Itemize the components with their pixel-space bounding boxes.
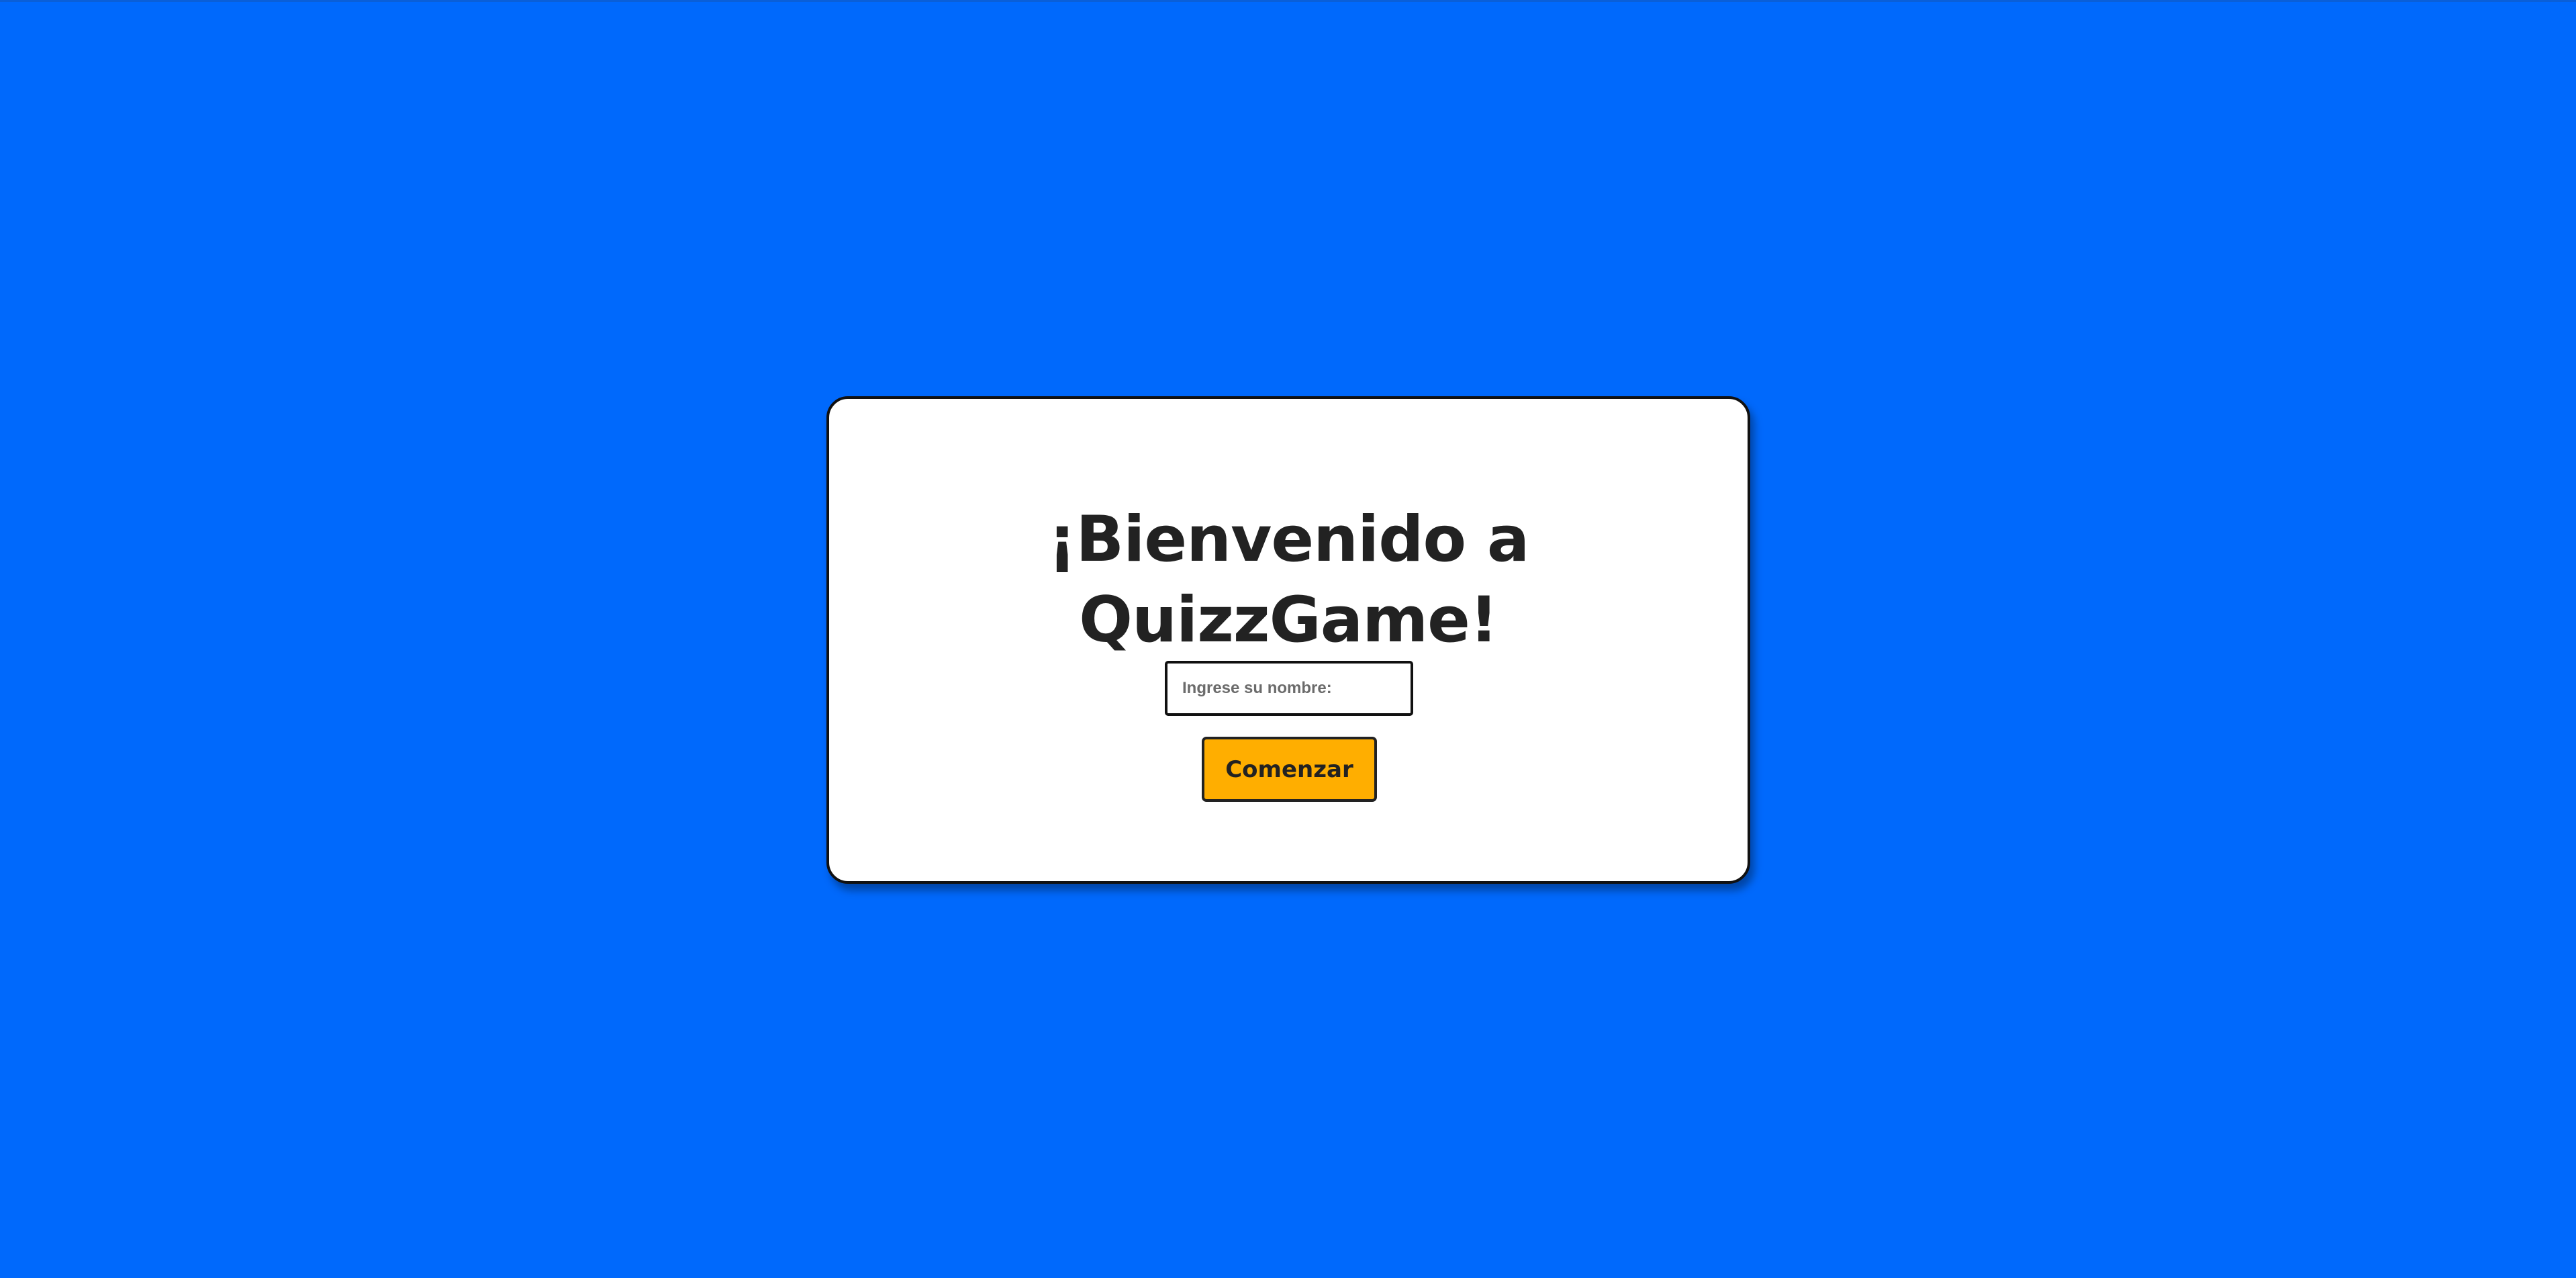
welcome-card: ¡Bienvenido a QuizzGame! Comenzar [826, 396, 1750, 884]
top-edge-line [0, 0, 2576, 2]
start-button[interactable]: Comenzar [1202, 737, 1377, 802]
welcome-title: ¡Bienvenido a QuizzGame! [1047, 503, 1530, 657]
name-input[interactable] [1165, 661, 1413, 716]
